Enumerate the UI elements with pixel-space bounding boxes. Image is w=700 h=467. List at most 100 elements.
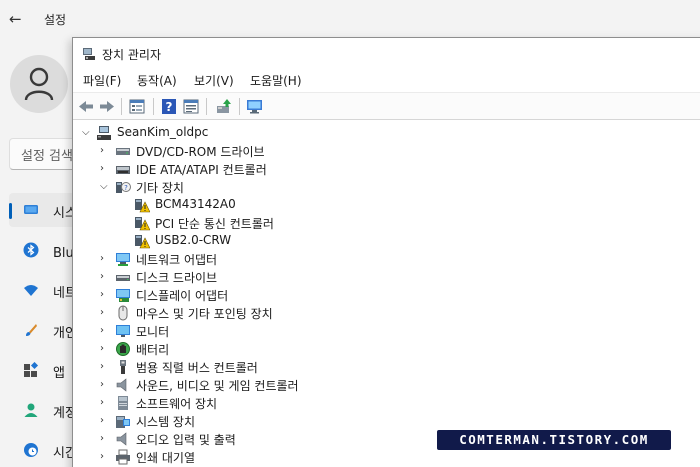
tree-category[interactable]: › IDE ATA/ATAPI 컨트롤러 (73, 160, 673, 178)
printer-icon (116, 449, 130, 465)
device-manager-icon (83, 48, 95, 60)
user-icon (24, 67, 54, 101)
tree-category[interactable]: › 마우스 및 기타 포인팅 장치 (73, 304, 673, 322)
device-manager-titlebar[interactable]: 장치 관리자 (73, 38, 700, 68)
tree-category-label: 디스플레이 어댑터 (136, 289, 229, 303)
tree-category[interactable]: › 디스크 드라이브 (73, 268, 673, 286)
chevron-right-icon[interactable]: › (100, 289, 110, 301)
monitor-icon (24, 205, 38, 214)
menu-view[interactable]: 보기(V) (194, 72, 234, 89)
tree-category-label: IDE ATA/ATAPI 컨트롤러 (136, 163, 267, 177)
monitor-icon (116, 325, 130, 337)
chevron-right-icon[interactable]: › (100, 271, 110, 283)
nav-item-network[interactable]: 네트워크 및 인터넷 (9, 273, 157, 307)
nav-item-time-language[interactable]: 시간 및 언어 (9, 433, 121, 467)
chevron-right-icon[interactable]: › (100, 325, 110, 337)
tree-category[interactable]: › 소프트웨어 장치 (73, 394, 673, 412)
nav-item-accounts[interactable]: 계정 (9, 393, 79, 427)
svg-text:?: ? (124, 184, 128, 192)
nav-item-bluetooth[interactable]: Bluetooth 및 장치 (9, 233, 160, 267)
toolbar-separator (153, 98, 154, 115)
tree-category[interactable]: › 범용 직렬 버스 컨트롤러 (73, 358, 673, 376)
chevron-right-icon[interactable]: › (100, 433, 110, 445)
help-icon[interactable]: ? (160, 98, 178, 115)
tree-category-label: 시스템 장치 (136, 415, 196, 429)
disk-drive-icon (116, 275, 130, 281)
usb-icon (120, 360, 126, 374)
audio-io-icon (116, 432, 127, 446)
tree-category-label: 모니터 (136, 325, 170, 339)
software-device-icon (118, 396, 128, 410)
tree-category[interactable]: › 디스플레이 어댑터 (73, 286, 673, 304)
menu-action[interactable]: 동작(A) (137, 72, 177, 89)
apps-icon (24, 362, 39, 377)
chevron-right-icon[interactable]: › (100, 415, 110, 427)
tree-category-label: 기타 장치 (136, 181, 184, 195)
chevron-right-icon[interactable]: › (100, 307, 110, 319)
tree-category[interactable]: › DVD/CD-ROM 드라이브 (73, 142, 673, 160)
svg-text:?: ? (166, 100, 173, 114)
tree-device-label: BCM43142A0 (155, 197, 236, 211)
brush-icon (26, 324, 37, 336)
window-title: 장치 관리자 (102, 48, 162, 62)
tree-category-label: DVD/CD-ROM 드라이브 (136, 145, 265, 159)
forward-icon[interactable] (98, 98, 116, 115)
warning-device-icon (135, 235, 150, 249)
nav-item-system[interactable]: 시스템 (9, 193, 89, 227)
tree-category-label: 배터리 (136, 343, 170, 357)
tree-category[interactable]: › 인쇄 대기열 (73, 448, 673, 466)
chevron-right-icon[interactable]: › (100, 379, 110, 391)
wifi-icon (24, 285, 38, 296)
chevron-down-icon[interactable]: ⌵ (82, 127, 92, 139)
tree-category-label: 오디오 입력 및 출력 (136, 433, 236, 447)
tree-category[interactable]: › 사운드, 비디오 및 게임 컨트롤러 (73, 376, 673, 394)
chevron-right-icon[interactable]: › (100, 343, 110, 355)
tree-category[interactable]: › 네트워크 어댑터 (73, 250, 673, 268)
chevron-right-icon[interactable]: › (100, 145, 110, 157)
watermark: COMTERMAN.TISTORY.COM (437, 430, 671, 450)
view-icon[interactable] (182, 98, 200, 115)
monitor-scan-icon[interactable] (246, 98, 264, 115)
tree-device[interactable]: BCM43142A0 (73, 196, 673, 214)
tree-device[interactable]: PCI 단순 통신 컨트롤러 (73, 214, 673, 232)
tree-device[interactable]: USB2.0-CRW (73, 232, 673, 250)
chevron-right-icon[interactable]: › (100, 397, 110, 409)
tree-device-label: USB2.0-CRW (155, 233, 232, 247)
menu-help[interactable]: 도움말(H) (250, 72, 302, 89)
settings-title: 설정 (44, 13, 67, 27)
tree-root[interactable]: ⌵ SeanKim_oldpc (73, 124, 673, 142)
device-manager-window: 장치 관리자 파일(F) 동작(A) 보기(V) 도움말(H) ? ⌵ Sean… (72, 37, 700, 467)
warning-device-icon (135, 199, 150, 213)
tree-category-label: 네트워크 어댑터 (136, 253, 218, 267)
nav-item-personalization[interactable]: 개인 설정 (9, 313, 105, 347)
account-icon (24, 403, 38, 417)
chevron-right-icon[interactable]: › (100, 253, 110, 265)
avatar[interactable] (10, 55, 68, 113)
active-indicator (9, 203, 12, 219)
menu-file[interactable]: 파일(F) (83, 72, 121, 89)
bluetooth-icon (23, 242, 39, 258)
nav-label: 앱 (53, 366, 65, 381)
tree-category-label: 인쇄 대기열 (136, 451, 196, 465)
tree-category[interactable]: › 배터리 (73, 340, 673, 358)
nav-item-apps[interactable]: 앱 (9, 353, 79, 387)
chevron-right-icon[interactable]: › (100, 163, 110, 175)
dvd-drive-icon (116, 148, 130, 155)
tree-category[interactable]: ⌵ ? 기타 장치 (73, 178, 673, 196)
tree-category[interactable]: › 모니터 (73, 322, 673, 340)
other-devices-icon: ? (116, 182, 131, 193)
back-icon[interactable] (77, 98, 95, 115)
chevron-down-icon[interactable]: ⌵ (100, 181, 110, 193)
tree-category[interactable]: › 시스템 장치 (73, 412, 673, 430)
chevron-right-icon[interactable]: › (100, 361, 110, 373)
ide-controller-icon (116, 166, 130, 174)
back-arrow-icon[interactable]: ← (9, 10, 22, 28)
system-device-icon (116, 416, 130, 428)
tree-category-label: 소프트웨어 장치 (136, 397, 218, 411)
menu-bar: 파일(F) 동작(A) 보기(V) 도움말(H) (73, 69, 700, 91)
chevron-right-icon[interactable]: › (100, 451, 110, 463)
properties-icon[interactable] (128, 98, 146, 115)
display-adapter-icon (116, 289, 130, 302)
update-driver-icon[interactable] (215, 98, 233, 115)
battery-icon (116, 342, 130, 356)
